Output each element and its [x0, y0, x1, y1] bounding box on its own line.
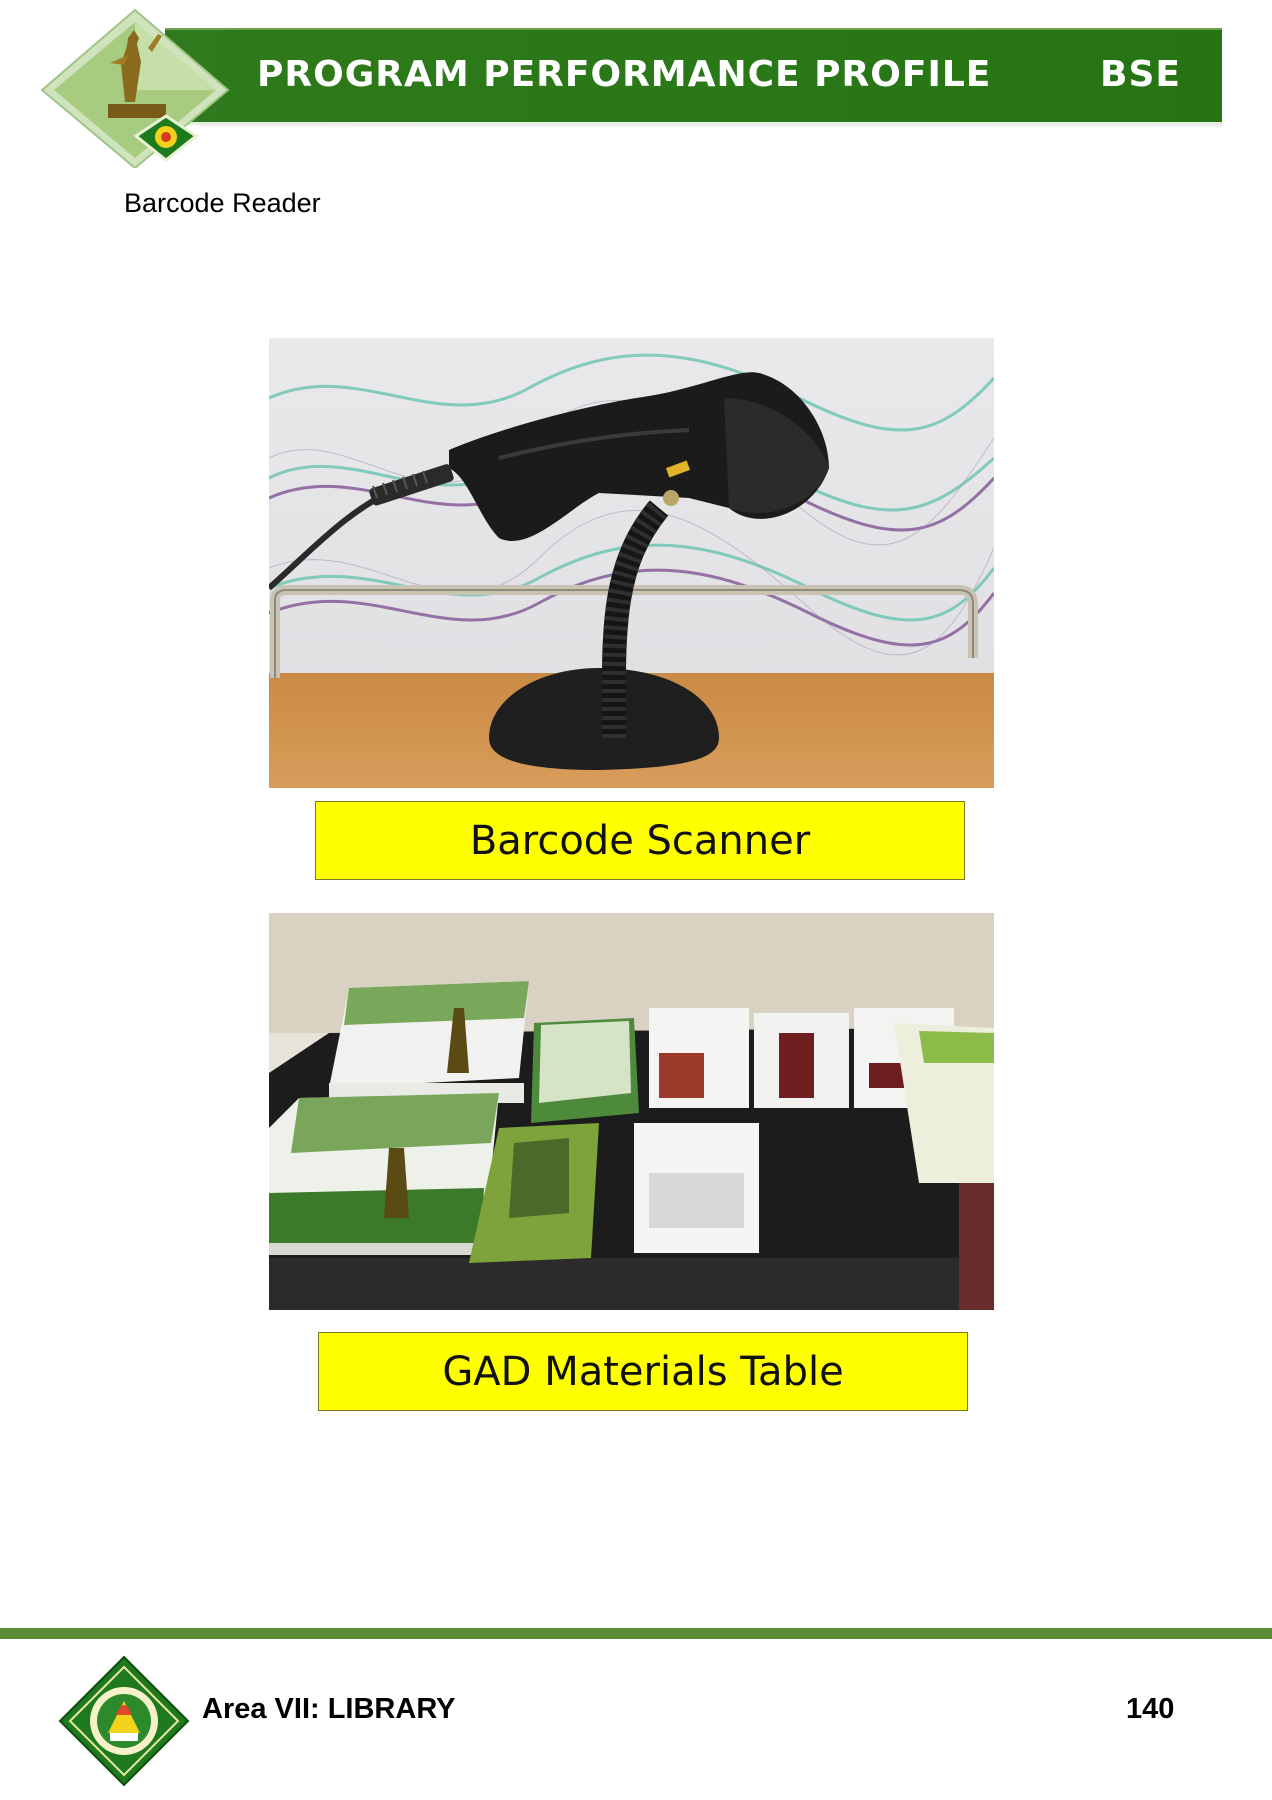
footer-area-label: Area VII: LIBRARY [202, 1693, 456, 1725]
section-heading: Barcode Reader [124, 188, 321, 218]
figure-caption-barcode-scanner: Barcode Scanner [315, 801, 965, 880]
university-logo [40, 8, 230, 168]
document-title: PROGRAM PERFORMANCE PROFILE [257, 54, 992, 95]
barcode-scanner-photo [269, 338, 994, 788]
university-seal-icon [58, 1655, 190, 1787]
program-code: BSE [1100, 54, 1181, 95]
gad-materials-table-photo [269, 913, 994, 1310]
footer-rule [0, 1628, 1272, 1639]
page-number: 140 [1126, 1693, 1175, 1725]
figure-caption-gad-materials-table: GAD Materials Table [318, 1332, 968, 1411]
